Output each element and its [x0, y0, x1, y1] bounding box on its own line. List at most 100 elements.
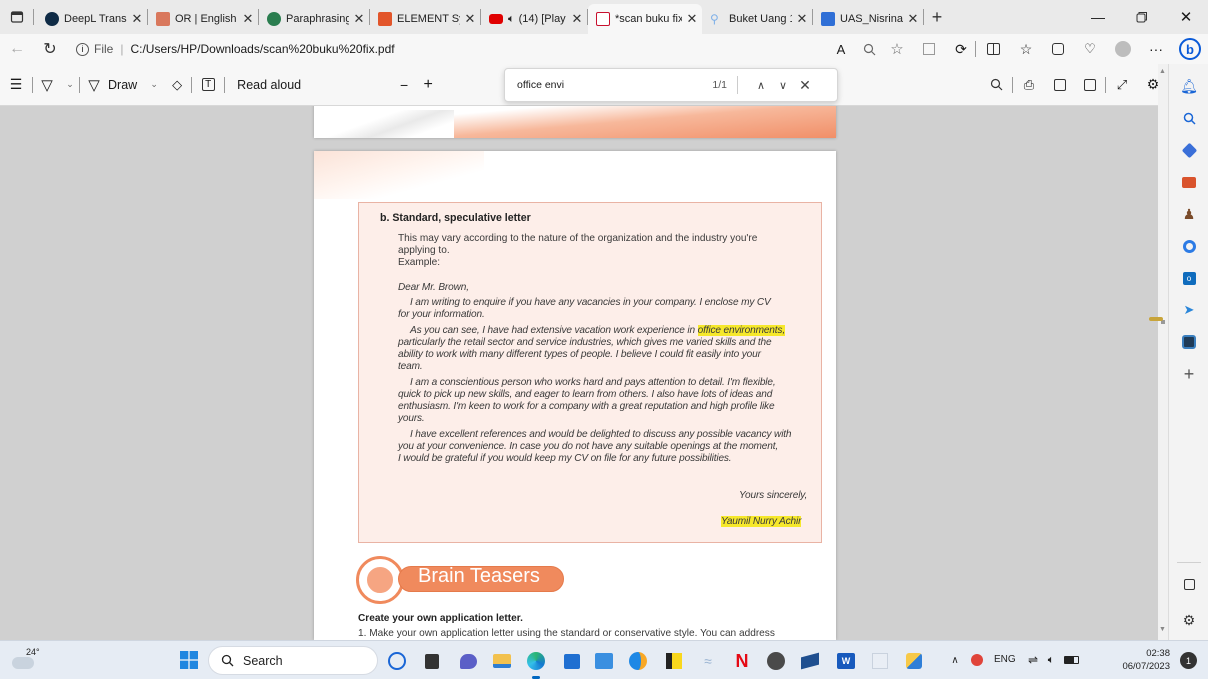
refresh-icon[interactable]: ↻	[34, 39, 66, 59]
netflix-icon[interactable]: N	[730, 649, 754, 673]
contents-icon[interactable]: ☰	[0, 76, 32, 93]
file-explorer-icon[interactable]	[490, 649, 514, 673]
find-previous-icon[interactable]: ∧	[750, 79, 772, 92]
more-icon[interactable]: ···	[1140, 41, 1172, 57]
tab-deepl[interactable]: DeepL Transla ✕	[37, 6, 147, 32]
taskbar-search-box[interactable]: Search	[208, 646, 378, 675]
tab-youtube[interactable]: 🔈︎ (14) [Play ✕	[481, 6, 587, 32]
read-aloud-button[interactable]: Read aloud	[237, 78, 301, 92]
weather-widget[interactable]: 24°	[10, 647, 44, 675]
tools-briefcase-icon[interactable]	[1179, 172, 1199, 192]
edge-browser-icon[interactable]	[524, 649, 548, 673]
collections-icon[interactable]	[1042, 43, 1074, 55]
teams-chat-icon[interactable]	[456, 649, 480, 673]
search-icon[interactable]	[980, 78, 1012, 91]
tab-buket-uang[interactable]: ⚲ Buket Uang 1 ✕	[702, 6, 812, 32]
show-hidden-icons-icon[interactable]: ∧	[946, 651, 964, 669]
zoom-icon[interactable]	[855, 43, 883, 56]
close-icon[interactable]: ✕	[686, 11, 698, 27]
save-icon[interactable]	[1045, 78, 1075, 91]
browser-essentials-icon[interactable]: ♡	[1074, 41, 1106, 57]
erase-icon[interactable]: ◇	[163, 77, 191, 93]
tab-or-english[interactable]: OR | English n ✕	[148, 6, 258, 32]
sticky-notes-icon[interactable]	[662, 649, 686, 673]
close-icon[interactable]: ✕	[464, 11, 476, 27]
scroll-down-arrow[interactable]: ▼	[1159, 626, 1166, 633]
new-tab-icon[interactable]: +	[924, 4, 950, 30]
draw-label[interactable]: Draw	[108, 78, 137, 92]
print-icon[interactable]: ⎙	[1013, 77, 1045, 93]
address-url[interactable]: C:/Users/HP/Downloads/scan%20buku%20fix.…	[130, 42, 394, 56]
paint-icon[interactable]	[626, 649, 650, 673]
draw-icon[interactable]: ▽	[80, 76, 108, 94]
info-icon[interactable]: i	[76, 42, 89, 56]
split-screen-icon[interactable]	[976, 43, 1010, 55]
sync-icon[interactable]: ⟳	[947, 41, 975, 58]
scroll-up-arrow[interactable]: ▲	[1159, 68, 1166, 75]
tray-app-icon[interactable]	[968, 651, 986, 669]
add-icon[interactable]: +	[1179, 364, 1199, 384]
games-icon[interactable]: ♟	[1179, 204, 1199, 224]
close-icon[interactable]: ✕	[353, 11, 365, 27]
tab-paraphrasing[interactable]: Paraphrasing ✕	[259, 6, 369, 32]
profile-avatar[interactable]	[1106, 41, 1140, 57]
speaker-icon[interactable]: 🔈︎	[508, 13, 515, 26]
onenote-icon[interactable]	[592, 649, 616, 673]
vertical-scrollbar[interactable]: ▲ ▼	[1158, 64, 1168, 640]
sidebar-settings-icon[interactable]: ⚙	[1179, 610, 1199, 630]
battery-icon[interactable]	[1062, 653, 1080, 667]
notification-badge[interactable]: 1	[1180, 652, 1197, 669]
tab-actions-icon[interactable]	[4, 4, 30, 30]
microsoft365-icon[interactable]	[1179, 236, 1199, 256]
search-icon[interactable]	[1179, 108, 1199, 128]
minimize-icon[interactable]: —	[1076, 2, 1120, 32]
back-icon[interactable]: ←	[0, 40, 34, 58]
microsoft-store-icon[interactable]	[560, 649, 584, 673]
outlook-icon[interactable]: o	[1179, 268, 1199, 288]
close-icon[interactable]: ✕	[907, 11, 919, 27]
copilot-taskbar-icon[interactable]	[385, 649, 409, 673]
fullscreen-icon[interactable]: ⤢	[1106, 77, 1138, 93]
task-view-icon[interactable]	[420, 649, 444, 673]
media-icon[interactable]	[1179, 332, 1199, 352]
volume-icon[interactable]: 🔈︎	[1042, 651, 1060, 669]
close-icon[interactable]: ✕	[242, 11, 254, 27]
tab-element-syn[interactable]: ELEMENT Syn ✕	[370, 6, 480, 32]
clock[interactable]: 02:38 06/07/2023	[1084, 647, 1170, 675]
find-close-icon[interactable]: ✕	[794, 77, 816, 94]
whatsapp-icon[interactable]	[764, 649, 788, 673]
chevron-down-icon[interactable]: ⌄	[145, 79, 163, 90]
hide-sidebar-icon[interactable]	[1179, 574, 1199, 594]
favorite-star-icon[interactable]: ☆	[883, 40, 911, 58]
address-field[interactable]: i File | C:/Users/HP/Downloads/scan%20bu…	[66, 37, 706, 61]
tab-scan-buku-fix[interactable]: *scan buku fix ✕	[588, 4, 702, 34]
chevron-down-icon[interactable]: ⌄	[61, 79, 79, 90]
store-app-icon[interactable]	[868, 649, 892, 673]
close-window-icon[interactable]: ✕	[1164, 2, 1208, 32]
close-icon[interactable]: ✕	[796, 11, 808, 27]
python-icon[interactable]	[902, 649, 926, 673]
copilot-icon[interactable]: b	[1172, 38, 1208, 60]
language-indicator[interactable]: ENG	[994, 654, 1016, 665]
start-windows-icon[interactable]	[180, 651, 198, 669]
zoom-in-icon[interactable]: +	[417, 76, 439, 94]
close-icon[interactable]: ✕	[571, 11, 583, 27]
highlight-icon[interactable]: ▽	[33, 76, 61, 94]
find-next-icon[interactable]: ∨	[772, 79, 794, 92]
favorites-icon[interactable]: ☆	[1010, 41, 1042, 58]
read-aloud-icon[interactable]: A	[827, 42, 855, 57]
bell-icon[interactable]: 🔔︎	[1179, 76, 1199, 96]
close-icon[interactable]: ✕	[131, 11, 143, 27]
wifi-icon[interactable]: ≈	[696, 649, 720, 673]
text-box-icon[interactable]: T	[192, 78, 224, 91]
word-icon[interactable]: W	[834, 649, 858, 673]
send-icon[interactable]: ➤	[1179, 300, 1199, 320]
restore-icon[interactable]	[1120, 2, 1164, 32]
zoom-out-icon[interactable]: −	[391, 77, 417, 93]
tab-uas-nisrina[interactable]: UAS_Nisrina A ✕	[813, 6, 923, 32]
network-icon[interactable]: ⇌	[1024, 651, 1042, 669]
shopping-tag-icon[interactable]	[1179, 140, 1199, 160]
extension-icon[interactable]	[911, 43, 947, 55]
save-as-icon[interactable]	[1075, 78, 1105, 91]
book-app-icon[interactable]	[798, 649, 822, 673]
